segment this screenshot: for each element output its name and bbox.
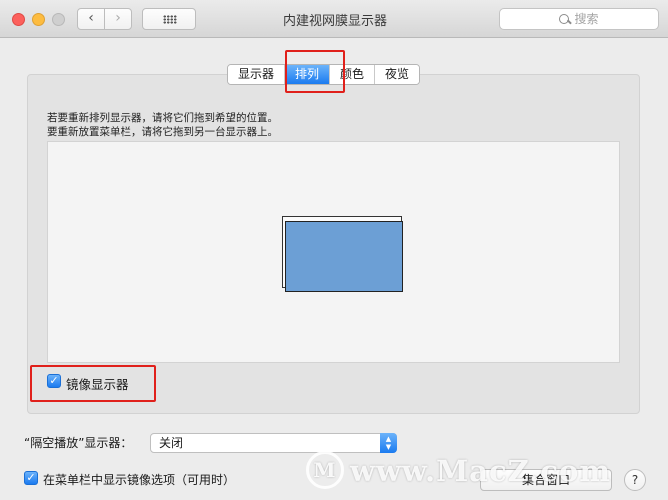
zoom-window-button[interactable] <box>52 13 65 26</box>
watermark-text: www.MacZ.com <box>350 454 612 488</box>
airplay-display-label: “隔空播放”显示器： <box>24 436 133 450</box>
tab-arrangement[interactable]: 排列 <box>285 65 331 84</box>
search-icon <box>559 13 571 26</box>
tab-color[interactable]: 颜色 <box>330 65 376 84</box>
tab-bar: 显示器 排列 颜色 夜览 <box>227 64 421 85</box>
display-icon-front[interactable] <box>285 221 403 292</box>
title-bar: ‹ › 内建视网膜显示器 搜索 <box>0 0 668 38</box>
back-button[interactable]: ‹ <box>77 8 105 30</box>
show-mirroring-menubar-checkbox[interactable]: ✓ <box>24 471 38 485</box>
minimize-window-button[interactable] <box>32 13 45 26</box>
checkmark-icon: ✓ <box>49 374 59 387</box>
tab-display[interactable]: 显示器 <box>228 65 286 84</box>
window-title: 内建视网膜显示器 <box>282 14 387 29</box>
forward-button[interactable]: › <box>104 8 132 30</box>
show-all-button[interactable] <box>142 8 196 30</box>
close-window-button[interactable] <box>12 13 25 26</box>
search-placeholder: 搜索 <box>574 12 599 26</box>
mirror-displays-label: 镜像显示器 <box>66 377 129 392</box>
instruction-text-2: 要重新放置菜单栏，请将它拖到另一台显示器上。 <box>47 126 278 138</box>
airplay-display-value: 关闭 <box>159 436 184 450</box>
chevron-left-icon: ‹ <box>88 10 94 26</box>
grid-icon <box>163 15 177 24</box>
show-mirroring-menubar-label: 在菜单栏中显示镜像选项（可用时） <box>43 473 236 487</box>
search-field[interactable]: 搜索 <box>499 8 659 30</box>
checkmark-icon: ✓ <box>26 471 36 484</box>
mirror-displays-checkbox[interactable]: ✓ <box>47 374 61 388</box>
watermark: www.MacZ.com <box>306 449 656 493</box>
chevron-right-icon: › <box>115 10 121 26</box>
macz-logo-icon <box>306 451 344 489</box>
tab-night-shift[interactable]: 夜览 <box>375 65 420 84</box>
instruction-text-1: 若要重新排列显示器，请将它们拖到希望的位置。 <box>47 112 278 124</box>
